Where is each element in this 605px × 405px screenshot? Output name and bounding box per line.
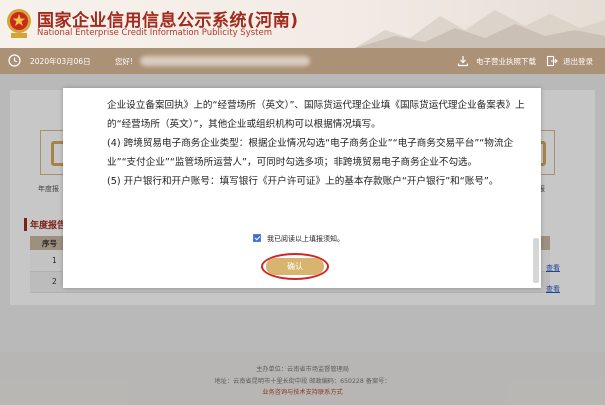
confirm-button[interactable]: 确认 [266,258,324,275]
instruction-paragraph: (4) 跨境贸易电子商务企业类型：根据企业情况勾选“电子商务企业”“电子商务交易… [107,138,514,168]
download-license-link[interactable]: 电子营业执照下载 [476,56,536,67]
logout-icon[interactable] [546,55,558,67]
logout-link[interactable]: 退出登录 [563,56,593,67]
filing-instructions-dialog: 企业设立备案回执》上的“经营场所（英文）”、国际货运代理企业填《国际货运代理企业… [63,88,541,288]
header-mountain-decoration [355,10,605,48]
national-emblem-icon [7,9,31,38]
download-icon[interactable] [457,55,469,67]
clock-icon [8,54,21,67]
instruction-paragraph: (5) 开户银行和开户账号：填写银行《开户许可证》上的基本存款账户“开户银行”和… [107,176,499,187]
instruction-paragraph: 企业设立备案回执》上的“经营场所（英文）”、国际货运代理企业填《国际货运代理企业… [107,100,525,130]
agree-label[interactable]: 我已阅读以上填报须知。 [267,234,344,244]
instructions-text: 企业设立备案回执》上的“经营场所（英文）”、国际货运代理企业填《国际货运代理企业… [107,96,527,191]
agree-checkbox[interactable] [253,234,261,242]
site-header: 国家企业信用信息公示系统(河南) National Enterprise Cre… [0,0,605,48]
site-title-en: National Enterprise Credit Information P… [37,28,272,38]
user-name-redacted [140,56,310,66]
top-toolbar: 2020年03月06日 您好! 电子营业执照下载 退出登录 [0,48,605,74]
current-date: 2020年03月06日 [30,57,91,66]
user-greeting: 您好! [115,57,134,66]
dialog-scrollbar[interactable] [533,238,539,283]
